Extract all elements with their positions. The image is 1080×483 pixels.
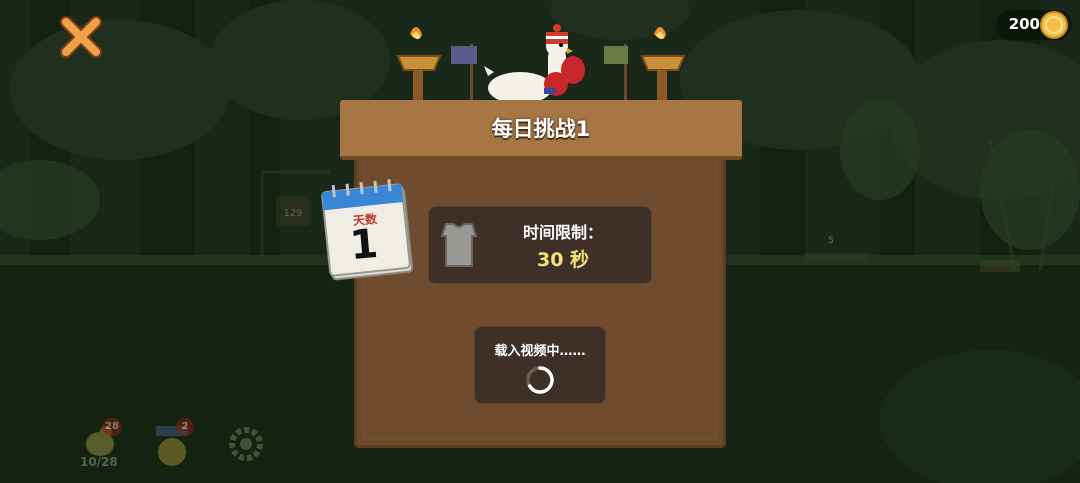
marker-number: 5 xyxy=(828,236,834,246)
torch-left-icon xyxy=(396,27,442,106)
chicken-boxer-decoration xyxy=(396,24,686,106)
chicken-progress: 10/28 xyxy=(80,455,118,469)
time-limit-label: 时间限制： xyxy=(522,223,603,242)
close-x-icon xyxy=(60,16,102,58)
signpost: 129 xyxy=(276,196,310,226)
flag-right-icon xyxy=(604,44,628,106)
calendar-day: 1 xyxy=(348,220,380,270)
time-limit-value: 30 秒 xyxy=(536,249,590,271)
gold-coin-icon xyxy=(1040,11,1068,39)
medal-badge: 2 xyxy=(176,418,194,436)
close-button[interactable] xyxy=(58,14,104,60)
gear-icon xyxy=(229,427,263,461)
chicken-icon xyxy=(484,24,585,104)
torch-right-icon xyxy=(640,27,686,106)
shirt-icon xyxy=(440,223,478,267)
chicken-badge: 28 xyxy=(102,418,122,436)
flag-left-icon xyxy=(451,44,477,106)
dialog-title: 每日挑战1 xyxy=(491,117,591,141)
coin-amount: 200 xyxy=(1008,15,1040,33)
video-loading-label: 载入视频中…… xyxy=(494,344,586,359)
loading-spinner-icon xyxy=(526,366,554,394)
coin-counter: 200 xyxy=(996,10,1072,40)
